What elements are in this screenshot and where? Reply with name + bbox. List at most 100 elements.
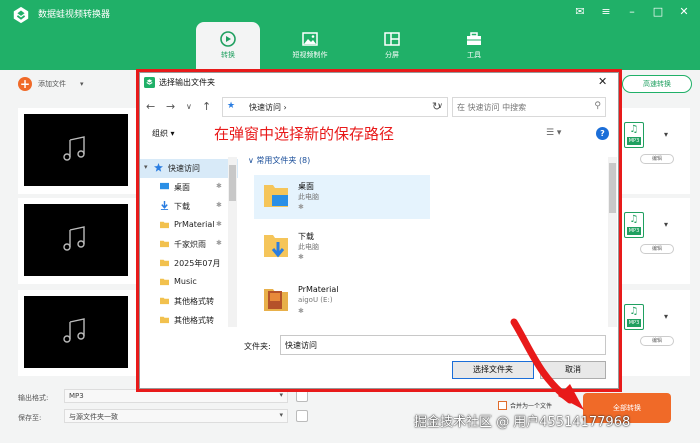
music-note-icon [63, 318, 85, 343]
nav-item-label: 下载 [174, 202, 190, 211]
format-badge[interactable]: ♫ MP3 [624, 122, 644, 148]
pin-icon: ✱ [216, 220, 222, 228]
edit-button[interactable]: 编辑 [640, 154, 674, 164]
desktop-folder-icon [264, 185, 288, 207]
folder-icon [160, 221, 169, 229]
nav-item-label: 其他格式转 [174, 316, 214, 325]
format-badge[interactable]: ♫ MP3 [624, 304, 644, 330]
search-box[interactable]: ⚲ [452, 97, 606, 117]
feedback-icon[interactable]: ✉ [572, 4, 588, 20]
close-icon[interactable]: ✕ [598, 75, 607, 88]
download-folder-icon [264, 235, 288, 258]
search-input[interactable] [453, 98, 583, 116]
folder-icon [160, 240, 169, 248]
back-icon[interactable]: ← [146, 100, 155, 113]
video-thumbnail [24, 204, 128, 276]
pin-icon: ✱ [216, 239, 222, 247]
format-dropdown-icon[interactable]: ▾ [664, 312, 668, 321]
chevron-down-icon: ▾ [279, 411, 283, 419]
content-pane: ∨ 常用文件夹 (8) 桌面 此电脑 ✱ 下载 此电脑 ✱ PrMaterial… [240, 151, 618, 329]
folder-location: 此电脑 [298, 193, 319, 201]
nav-item-label: 千家炽雨 [174, 240, 206, 249]
group-header[interactable]: ∨ 常用文件夹 (8) [248, 155, 310, 166]
nav-item-folder[interactable]: 其他格式转 [140, 311, 238, 330]
app-logo-icon [13, 6, 29, 24]
video-thumbnail [24, 114, 128, 186]
close-icon[interactable]: ✕ [676, 4, 692, 20]
folder-tile-desktop[interactable]: 桌面 此电脑 ✱ [254, 175, 430, 219]
nav-pane-scrollbar[interactable] [228, 157, 237, 327]
add-file-caret-icon[interactable]: ▾ [80, 80, 84, 88]
add-file-label: 添加文件 [38, 80, 66, 88]
menu-icon[interactable]: ≡ [598, 4, 614, 20]
tab-tools[interactable]: 工具 [442, 22, 506, 70]
nav-item-label: 快速访问 [168, 164, 200, 173]
edit-button[interactable]: 编辑 [640, 336, 674, 346]
view-options-button[interactable]: ☰ ▾ [546, 128, 561, 138]
open-folder-icon[interactable] [296, 410, 308, 422]
quick-access-icon: ★ [227, 101, 236, 111]
save-to-value: 与源文件夹一致 [69, 413, 118, 421]
toolbox-icon [467, 32, 481, 45]
format-badge[interactable]: ♫ MP3 [624, 212, 644, 238]
pin-icon: ✱ [298, 203, 304, 211]
folder-name: 下载 [298, 232, 314, 241]
save-to-select[interactable]: 与源文件夹一致 ▾ [64, 409, 288, 423]
app-logo-icon [144, 77, 155, 88]
image-icon [302, 32, 318, 46]
address-bar-row: ← → ∨ ↑ ★ 快速访问 › ∨ ↻ ⚲ [140, 97, 618, 117]
tab-convert[interactable]: 转换 [196, 22, 260, 70]
help-icon[interactable]: ? [596, 127, 609, 140]
pin-icon: ✱ [298, 307, 304, 315]
organize-button[interactable]: 组织 ▾ [152, 128, 175, 139]
nav-item-folder[interactable]: PrMaterial ✱ [140, 216, 238, 235]
nav-item-folder[interactable]: 2025年07月 [140, 254, 238, 273]
folder-icon [160, 259, 169, 267]
scrollbar-thumb[interactable] [609, 163, 616, 213]
music-note-icon [63, 136, 85, 161]
folder-field-label: 文件夹: [244, 342, 271, 351]
app-header: 数据蛙视频转换器 ✉ ≡ – □ ✕ 转换 短视频制作 分屏 工具 [0, 0, 700, 70]
forward-icon[interactable]: → [166, 100, 175, 113]
nav-item-folder[interactable]: 千家炽雨 ✱ [140, 235, 238, 254]
nav-item-label: Music [174, 277, 197, 286]
minimize-icon[interactable]: – [624, 4, 640, 20]
search-icon[interactable]: ⚲ [594, 101, 601, 111]
format-dropdown-icon[interactable]: ▾ [664, 130, 668, 139]
split-screen-icon [384, 32, 400, 46]
folder-location: 此电脑 [298, 243, 319, 251]
tab-short-video[interactable]: 短视频制作 [278, 22, 342, 70]
fast-convert-button[interactable]: 高速转换 [622, 75, 692, 93]
edit-button[interactable]: 编辑 [640, 244, 674, 254]
nav-item-label: 其他格式转 [174, 297, 214, 306]
add-icon: + [18, 77, 32, 91]
output-format-label: 输出格式: [18, 394, 49, 402]
watermark: 掘金技术社区 @ 用户45514177968 [414, 415, 631, 430]
maximize-icon[interactable]: □ [650, 4, 666, 20]
refresh-icon[interactable]: ↻ [432, 100, 441, 113]
folder-tile-prmaterial[interactable]: PrMaterial aigoU (E:) ✱ [254, 279, 430, 323]
nav-item-folder[interactable]: Music [140, 273, 238, 292]
address-bar[interactable]: ★ 快速访问 › ∨ [222, 97, 448, 117]
nav-item-desktop[interactable]: 桌面 ✱ [140, 178, 238, 197]
pin-icon: ✱ [216, 182, 222, 190]
folder-icon [160, 278, 169, 286]
folder-tile-downloads[interactable]: 下载 此电脑 ✱ [254, 225, 430, 269]
nav-item-quick-access[interactable]: ▾ 快速访问 [140, 159, 238, 178]
format-label: MP3 [627, 227, 641, 235]
pin-icon: ✱ [298, 253, 304, 261]
scrollbar-thumb[interactable] [229, 165, 236, 201]
up-icon[interactable]: ↑ [202, 100, 211, 113]
tab-split-screen[interactable]: 分屏 [360, 22, 424, 70]
music-file-icon: ♫ [629, 306, 639, 317]
save-to-label: 保存至: [18, 414, 42, 422]
nav-item-downloads[interactable]: 下载 ✱ [140, 197, 238, 216]
expand-icon[interactable]: ▾ [144, 163, 148, 171]
address-path[interactable]: 快速访问 › [249, 102, 287, 113]
nav-item-folder[interactable]: 其他格式转 [140, 292, 238, 311]
recent-locations-icon[interactable]: ∨ [186, 102, 192, 111]
add-file-button[interactable]: + 添加文件 ▾ [18, 77, 84, 91]
content-pane-scrollbar[interactable] [608, 157, 617, 327]
format-dropdown-icon[interactable]: ▾ [664, 220, 668, 229]
music-note-icon [63, 226, 85, 251]
